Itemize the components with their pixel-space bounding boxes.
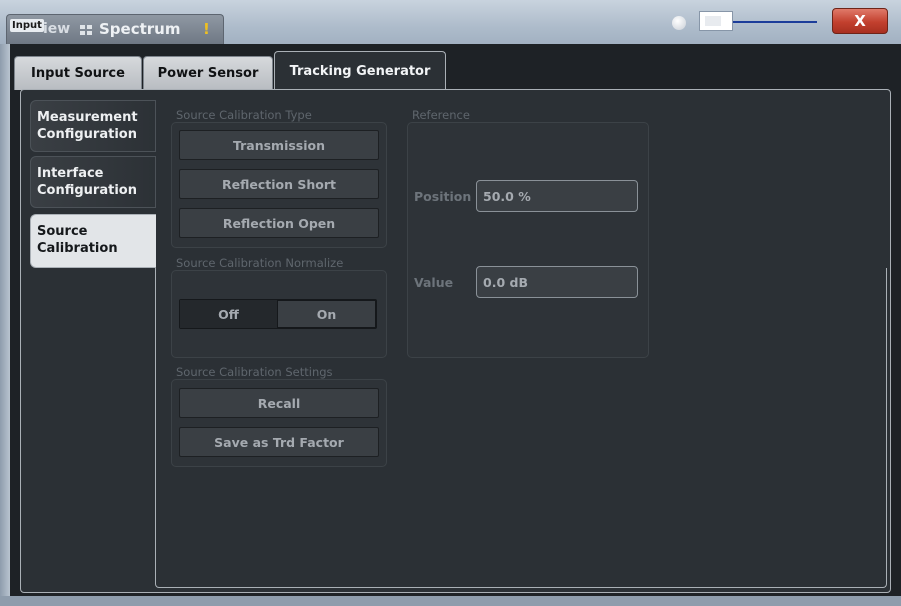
transmission-button[interactable]: Transmission xyxy=(179,130,379,160)
side-tab-interface-configuration[interactable]: Interface Configuration xyxy=(30,156,156,208)
tab-label: Tracking Generator xyxy=(289,63,431,79)
tab-label: Input Source xyxy=(31,66,125,81)
position-value: 50.0 % xyxy=(483,188,531,204)
reference-group xyxy=(407,122,649,358)
settings-label: Source Calibration Settings xyxy=(176,365,333,379)
side-tab-source-calibration[interactable]: Source Calibration xyxy=(30,214,156,268)
close-button[interactable]: X xyxy=(832,8,888,34)
dialog-window: Input Source Power Sensor Tracking Gener… xyxy=(10,44,901,606)
value-value: 0.0 dB xyxy=(483,274,528,290)
window-left-edge xyxy=(0,44,10,606)
save-as-trd-factor-button[interactable]: Save as Trd Factor xyxy=(179,427,379,457)
view-label-fragment: iew xyxy=(43,21,71,37)
tab-tracking-generator[interactable]: Tracking Generator xyxy=(274,51,446,90)
reference-label: Reference xyxy=(412,108,470,122)
recall-button[interactable]: Recall xyxy=(179,388,379,418)
channel-tab-spectrum[interactable]: Input iew Spectrum ! xyxy=(6,14,224,44)
tab-power-sensor[interactable]: Power Sensor xyxy=(143,56,273,90)
reflection-open-button[interactable]: Reflection Open xyxy=(179,208,379,238)
option-label: Off xyxy=(218,306,239,322)
tab-label: Power Sensor xyxy=(157,66,259,81)
toolbar-input-box[interactable] xyxy=(699,11,733,31)
button-label: Save as Trd Factor xyxy=(214,434,344,450)
reflection-short-button[interactable]: Reflection Short xyxy=(179,169,379,199)
normalize-off-option[interactable]: Off xyxy=(180,300,277,328)
source-calibration-type-label: Source Calibration Type xyxy=(176,108,312,122)
input-tag: Input xyxy=(10,19,44,32)
grid-icon xyxy=(80,25,92,35)
value-label: Value xyxy=(414,275,454,290)
spectrum-tab-label: Spectrum xyxy=(99,20,181,38)
value-field[interactable]: 0.0 dB xyxy=(476,266,638,298)
button-label: Transmission xyxy=(232,137,326,153)
side-tab-label: Interface Configuration xyxy=(37,166,137,198)
side-tab-label: Source Calibration xyxy=(37,224,118,256)
normalize-on-option[interactable]: On xyxy=(277,300,376,328)
toolbar-divider-line xyxy=(733,21,817,23)
position-label: Position xyxy=(414,189,472,204)
side-tab-measurement-configuration[interactable]: Measurement Configuration xyxy=(30,100,156,152)
side-tab-label: Measurement Configuration xyxy=(37,110,138,142)
button-label: Reflection Short xyxy=(222,176,336,192)
position-field[interactable]: 50.0 % xyxy=(476,180,638,212)
status-dot-icon xyxy=(672,16,686,30)
window-bottom-edge xyxy=(0,596,901,606)
button-label: Recall xyxy=(257,395,301,411)
warning-icon: ! xyxy=(203,20,210,38)
option-label: On xyxy=(316,306,337,322)
close-icon: X xyxy=(854,12,866,30)
normalize-label: Source Calibration Normalize xyxy=(176,256,344,270)
button-label: Reflection Open xyxy=(222,215,336,231)
tab-input-source[interactable]: Input Source xyxy=(14,56,142,90)
normalize-toggle[interactable]: Off On xyxy=(179,299,377,329)
